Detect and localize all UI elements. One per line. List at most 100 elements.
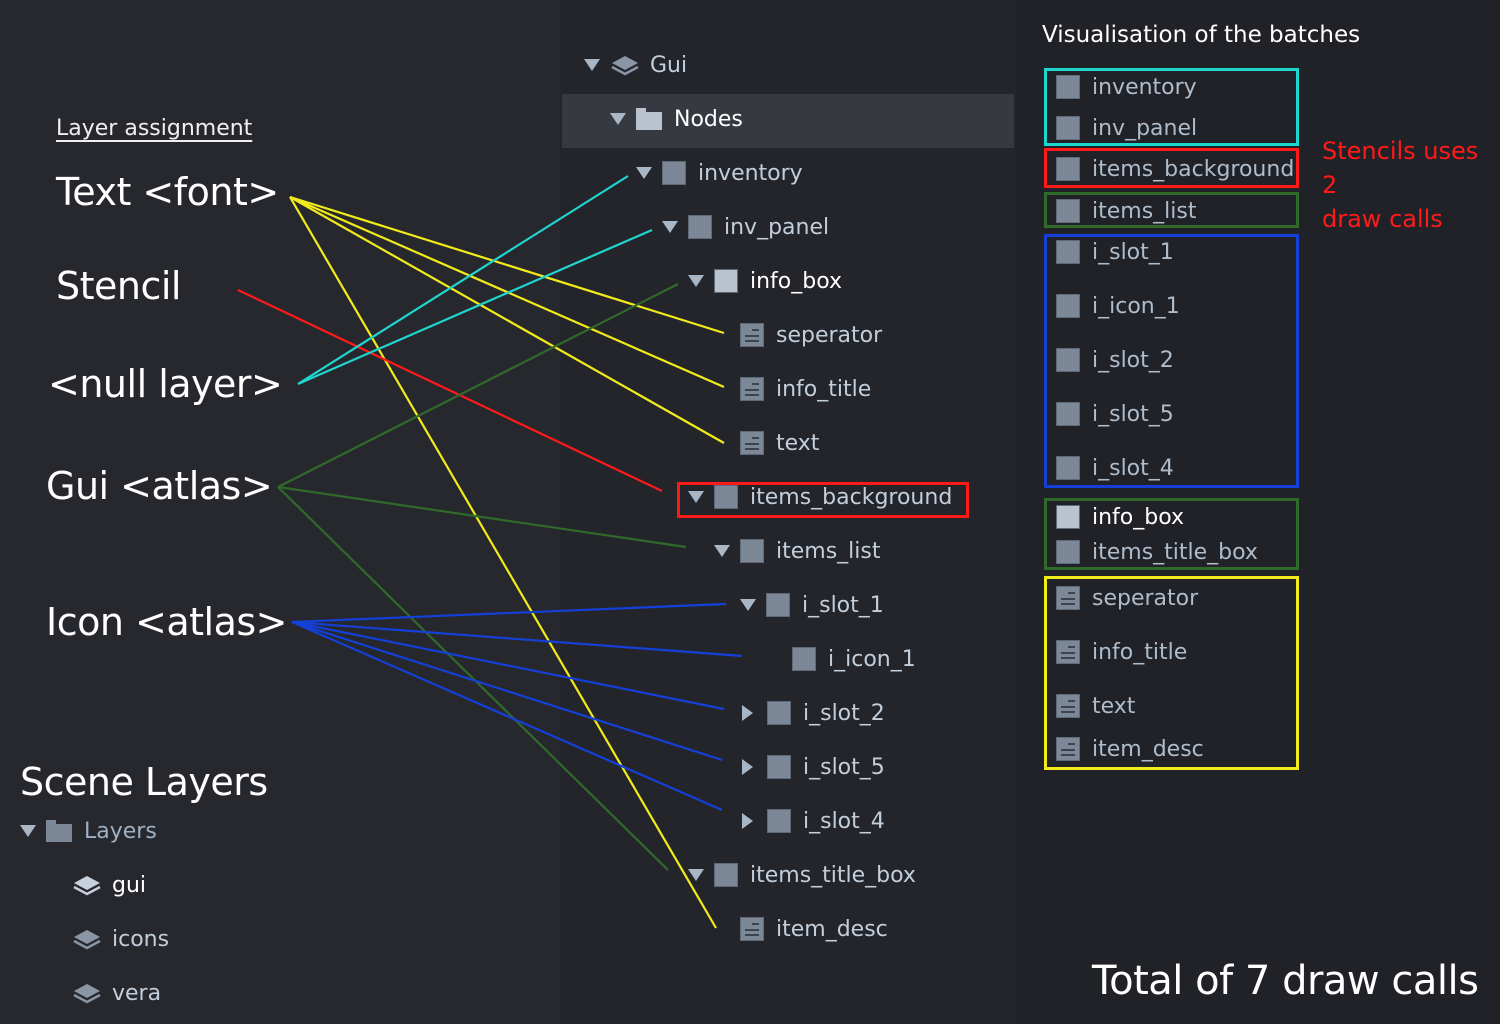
batch-item: info_title [1056, 637, 1187, 667]
tree-node-label: items_title_box [750, 862, 916, 888]
batch-item: i_slot_5 [1056, 399, 1174, 429]
tree-node-item-desc[interactable]: item_desc [714, 914, 888, 944]
box-icon [714, 269, 738, 293]
tree-node-items-list[interactable]: items_list [714, 536, 880, 566]
tree-node-label: inventory [698, 160, 803, 186]
chevron-down-icon[interactable] [636, 167, 652, 179]
chevron-right-icon[interactable] [742, 759, 753, 775]
box-icon [766, 593, 790, 617]
chevron-down-icon[interactable] [584, 59, 600, 71]
box-icon [1056, 402, 1080, 426]
tree-node-label: i_slot_2 [803, 700, 885, 726]
batch-item: items_list [1056, 196, 1196, 226]
layers-folder-label: Layers [84, 818, 157, 844]
tree-node-i-slot-4[interactable]: i_slot_4 [740, 806, 885, 836]
batch-item: item_desc [1056, 734, 1204, 764]
box-icon [767, 809, 791, 833]
tree-group-label: Nodes [674, 106, 743, 132]
batch-item-label: info_title [1092, 639, 1188, 665]
batch-item: inventory [1056, 72, 1197, 102]
box-icon [1056, 240, 1080, 264]
box-icon [1056, 294, 1080, 318]
box-icon [1056, 116, 1080, 140]
batch-item-label: i_icon_1 [1092, 293, 1180, 319]
tree-node-i-slot-2[interactable]: i_slot_2 [740, 698, 885, 728]
text-node-icon [1056, 694, 1080, 718]
tree-node-i-slot-5[interactable]: i_slot_5 [740, 752, 885, 782]
tree-node-label: items_list [776, 538, 881, 564]
box-icon [688, 215, 712, 239]
chevron-right-icon[interactable] [742, 813, 753, 829]
tree-node-label: info_title [776, 376, 872, 402]
batch-item-label: items_background [1092, 156, 1295, 182]
batches-title: Visualisation of the batches [1042, 22, 1361, 48]
tree-root-gui[interactable]: Gui [584, 50, 687, 80]
box-icon [1056, 540, 1080, 564]
chevron-down-icon[interactable] [714, 545, 730, 557]
batch-item-label: text [1092, 693, 1136, 719]
batch-item: i_slot_4 [1056, 453, 1174, 483]
stencil-note: Stencils uses 2 draw calls [1322, 134, 1500, 236]
batch-item-label: info_box [1092, 504, 1185, 530]
tree-node-label: item_desc [776, 916, 888, 942]
stencil-note-line: draw calls [1322, 205, 1443, 233]
layer-label-stencil: Stencil [56, 264, 182, 308]
box-icon [792, 647, 816, 671]
chevron-down-icon[interactable] [20, 825, 36, 837]
folder-icon [46, 820, 72, 842]
tree-node-info-title[interactable]: info_title [714, 374, 871, 404]
total-draw-calls: Total of 7 draw calls [1092, 958, 1479, 1004]
box-icon [1056, 199, 1080, 223]
box-icon [767, 755, 791, 779]
batch-item-label: i_slot_1 [1092, 239, 1174, 265]
chevron-right-icon[interactable] [742, 705, 753, 721]
scene-layer-item[interactable]: gui [72, 870, 146, 900]
chevron-down-icon[interactable] [688, 275, 704, 287]
scene-layer-label: icons [112, 926, 170, 952]
box-icon [1056, 157, 1080, 181]
tree-node-label: inv_panel [724, 214, 830, 240]
layer-label-gui-atlas: Gui <atlas> [46, 464, 273, 508]
chevron-down-icon[interactable] [740, 599, 756, 611]
tree-node-info-box[interactable]: info_box [688, 266, 842, 296]
tree-node-seperator[interactable]: seperator [714, 320, 882, 350]
batch-item: info_box [1056, 502, 1184, 532]
batch-item-label: items_list [1092, 198, 1197, 224]
chevron-down-icon[interactable] [688, 869, 704, 881]
box-icon [740, 539, 764, 563]
scene-layer-item[interactable]: vera [72, 978, 161, 1008]
tree-node-inv-panel[interactable]: inv_panel [662, 212, 829, 242]
layer-label-icon-atlas: Icon <atlas> [46, 600, 288, 644]
batch-item: i_slot_2 [1056, 345, 1174, 375]
layer-assignment-title: Layer assignment [56, 116, 253, 141]
scene-layer-item[interactable]: icons [72, 924, 169, 954]
tree-node-items-title-box[interactable]: items_title_box [688, 860, 916, 890]
scene-layer-label: vera [112, 980, 162, 1006]
stencil-note-line: Stencils uses 2 [1322, 137, 1479, 199]
batch-item-label: inv_panel [1092, 115, 1198, 141]
batch-item-label: i_slot_2 [1092, 347, 1174, 373]
batch-item: seperator [1056, 583, 1198, 613]
box-icon [1056, 75, 1080, 99]
batch-item-label: seperator [1092, 585, 1199, 611]
layers-folder[interactable]: Layers [20, 816, 157, 846]
batch-item: items_title_box [1056, 537, 1258, 567]
tree-root-label: Gui [650, 52, 688, 78]
batch-item-label: item_desc [1092, 736, 1204, 762]
chevron-down-icon[interactable] [662, 221, 678, 233]
tree-node-label: info_box [750, 268, 843, 294]
text-node-icon [740, 431, 764, 455]
tree-node-text[interactable]: text [714, 428, 819, 458]
tree-node-label: i_slot_4 [803, 808, 885, 834]
tree-group-nodes[interactable]: Nodes [610, 104, 743, 134]
batch-item-label: items_title_box [1092, 539, 1258, 565]
tree-node-i-icon-1[interactable]: i_icon_1 [766, 644, 916, 674]
box-icon [767, 701, 791, 725]
tree-node-inventory[interactable]: inventory [636, 158, 803, 188]
chevron-down-icon[interactable] [610, 113, 626, 125]
layers-icon [73, 930, 101, 950]
tree-node-i-slot-1[interactable]: i_slot_1 [740, 590, 884, 620]
text-node-icon [1056, 586, 1080, 610]
batch-item: text [1056, 691, 1135, 721]
batch-item-label: i_slot_4 [1092, 455, 1174, 481]
